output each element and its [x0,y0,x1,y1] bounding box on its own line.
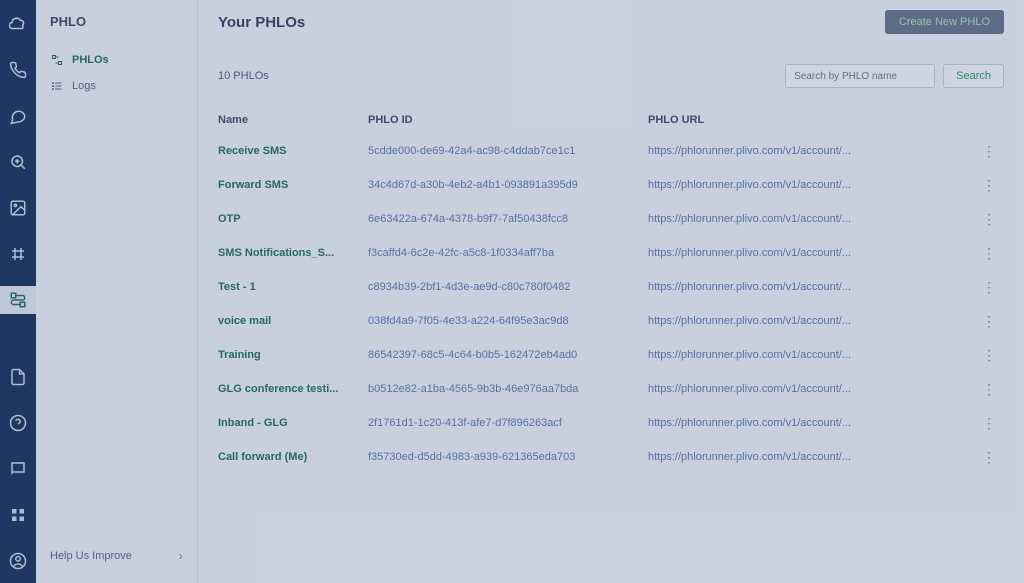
phlo-url-link[interactable]: https://phlorunner.plivo.com/v1/account/… [648,213,974,225]
nav-title: PHLO [36,10,197,47]
col-name: Name [218,114,368,126]
doc-icon[interactable] [0,363,36,391]
cloud-icon[interactable] [0,10,36,38]
row-menu-button[interactable]: ⋮ [974,280,1004,294]
phlo-table: Name PHLO ID PHLO URL Receive SMS5cdde00… [218,104,1004,474]
table-row: GLG conference testi...b0512e82-a1ba-456… [218,372,1004,406]
icon-rail [0,0,36,583]
table-row: Training86542397-68c5-4c64-b0b5-162472eb… [218,338,1004,372]
create-phlo-button[interactable]: Create New PHLO [885,10,1004,34]
phlo-id: 2f1761d1-1c20-413f-afe7-d7f896263acf [368,417,648,429]
help-label: Help Us Improve [50,550,132,562]
chat-icon[interactable] [0,102,36,130]
phlo-id: c8934b39-2bf1-4d3e-ae9d-c80c780f0482 [368,281,648,293]
message-icon[interactable] [0,455,36,483]
table-row: SMS Notifications_S...f3caffd4-6c2e-42fc… [218,236,1004,270]
search-input[interactable] [785,64,935,88]
phlo-url-link[interactable]: https://phlorunner.plivo.com/v1/account/… [648,247,974,259]
phlo-name-link[interactable]: Receive SMS [218,145,368,157]
zoom-icon[interactable] [0,148,36,176]
row-menu-button[interactable]: ⋮ [974,212,1004,226]
secondary-nav: PHLO PHLOs Logs Help Us Improve › [36,0,198,583]
phlo-id: 86542397-68c5-4c64-b0b5-162472eb4ad0 [368,349,648,361]
phlo-name-link[interactable]: Test - 1 [218,281,368,293]
app-root: PHLO PHLOs Logs Help Us Improve › Your P… [0,0,1024,583]
search-button[interactable]: Search [943,64,1004,88]
col-url: PHLO URL [648,114,974,126]
phone-icon[interactable] [0,56,36,84]
table-row: Receive SMS5cdde000-de69-42a4-ac98-c4dda… [218,134,1004,168]
row-menu-button[interactable]: ⋮ [974,416,1004,430]
help-improve-link[interactable]: Help Us Improve › [36,538,197,573]
flow-icon [50,53,64,67]
phlo-url-link[interactable]: https://phlorunner.plivo.com/v1/account/… [648,179,974,191]
page-title: Your PHLOs [218,14,305,31]
image-icon[interactable] [0,194,36,222]
search-wrap: Search [785,64,1004,88]
flow-icon[interactable] [0,286,36,314]
main-header: Your PHLOs Create New PHLO [218,10,1004,34]
col-id: PHLO ID [368,114,648,126]
phlo-url-link[interactable]: https://phlorunner.plivo.com/v1/account/… [648,281,974,293]
phlo-name-link[interactable]: voice mail [218,315,368,327]
row-menu-button[interactable]: ⋮ [974,178,1004,192]
phlo-name-link[interactable]: OTP [218,213,368,225]
phlo-id: 34c4d67d-a30b-4eb2-a4b1-093891a395d9 [368,179,648,191]
phlo-id: b0512e82-a1ba-4565-9b3b-46e976aa7bda [368,383,648,395]
table-row: Test - 1c8934b39-2bf1-4d3e-ae9d-c80c780f… [218,270,1004,304]
table-row: OTP6e63422a-674a-4378-b9f7-7af50438fcc8h… [218,202,1004,236]
nav-item-logs[interactable]: Logs [36,73,197,99]
table-row: voice mail038fd4a9-7f05-4e33-a224-64f95e… [218,304,1004,338]
nav-item-phlos[interactable]: PHLOs [36,47,197,73]
row-menu-button[interactable]: ⋮ [974,382,1004,396]
chevron-right-icon: › [179,548,183,563]
table-header: Name PHLO ID PHLO URL [218,104,1004,134]
phlo-url-link[interactable]: https://phlorunner.plivo.com/v1/account/… [648,349,974,361]
row-menu-button[interactable]: ⋮ [974,450,1004,464]
phlo-count: 10 PHLOs [218,70,269,82]
phlo-url-link[interactable]: https://phlorunner.plivo.com/v1/account/… [648,145,974,157]
row-menu-button[interactable]: ⋮ [974,246,1004,260]
phlo-id: 6e63422a-674a-4378-b9f7-7af50438fcc8 [368,213,648,225]
row-menu-button[interactable]: ⋮ [974,144,1004,158]
phlo-url-link[interactable]: https://phlorunner.plivo.com/v1/account/… [648,417,974,429]
phlo-url-link[interactable]: https://phlorunner.plivo.com/v1/account/… [648,383,974,395]
row-menu-button[interactable]: ⋮ [974,314,1004,328]
phlo-name-link[interactable]: Inband - GLG [218,417,368,429]
nav-item-label: PHLOs [72,54,109,66]
avatar-icon[interactable] [0,547,36,575]
nav-item-label: Logs [72,80,96,92]
help-icon[interactable] [0,409,36,437]
phlo-id: 5cdde000-de69-42a4-ac98-c4ddab7ce1c1 [368,145,648,157]
phlo-id: f35730ed-d5dd-4983-a939-621365eda703 [368,451,648,463]
phlo-url-link[interactable]: https://phlorunner.plivo.com/v1/account/… [648,451,974,463]
main-panel: Your PHLOs Create New PHLO 10 PHLOs Sear… [198,0,1024,583]
phlo-name-link[interactable]: Forward SMS [218,179,368,191]
grid-icon[interactable] [0,240,36,268]
apps-icon[interactable] [0,501,36,529]
phlo-url-link[interactable]: https://phlorunner.plivo.com/v1/account/… [648,315,974,327]
phlo-id: f3caffd4-6c2e-42fc-a5c8-1f0334aff7ba [368,247,648,259]
table-row: Call forward (Me)f35730ed-d5dd-4983-a939… [218,440,1004,474]
table-row: Inband - GLG2f1761d1-1c20-413f-afe7-d7f8… [218,406,1004,440]
phlo-name-link[interactable]: GLG conference testi... [218,383,368,395]
phlo-name-link[interactable]: Training [218,349,368,361]
sub-bar: 10 PHLOs Search [218,64,1004,88]
phlo-name-link[interactable]: SMS Notifications_S... [218,247,368,259]
list-icon [50,79,64,93]
row-menu-button[interactable]: ⋮ [974,348,1004,362]
table-row: Forward SMS34c4d67d-a30b-4eb2-a4b1-09389… [218,168,1004,202]
phlo-name-link[interactable]: Call forward (Me) [218,451,368,463]
phlo-id: 038fd4a9-7f05-4e33-a224-64f95e3ac9d8 [368,315,648,327]
